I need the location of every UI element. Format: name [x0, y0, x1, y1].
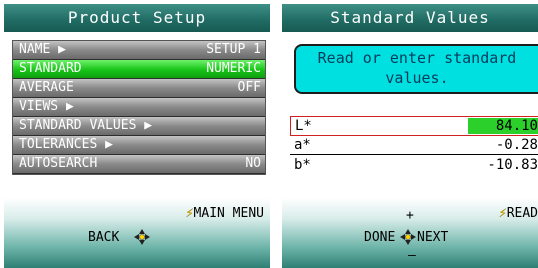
menu-item-label: NAME ▶: [19, 42, 66, 57]
value-row-b[interactable]: b* -10.83: [290, 156, 538, 174]
menu-item-value: NO: [245, 156, 261, 171]
main-menu-softkey[interactable]: ⚡MAIN MENU: [186, 206, 264, 221]
menu-item-value: NUMERIC: [206, 61, 261, 76]
row-name: b*: [294, 157, 311, 173]
menu-item-label: VIEWS ▶: [19, 99, 74, 114]
menu-item-average[interactable]: AVERAGE OFF: [13, 79, 265, 98]
menu-item-label: TOLERANCES ▶: [19, 137, 113, 152]
product-setup-screen: Product Setup NAME ▶ SETUP 1 STANDARD NU…: [0, 0, 270, 268]
done-softkey[interactable]: DONE: [364, 230, 395, 245]
read-softkey[interactable]: ⚡READ: [499, 206, 538, 221]
back-label: BACK: [88, 230, 120, 245]
instruction-box: Read or enter standard values.: [294, 44, 538, 94]
screen-title: Product Setup: [4, 4, 270, 32]
next-label: NEXT: [417, 230, 449, 245]
row-value: 84.10: [467, 118, 538, 134]
row-name: L*: [295, 118, 312, 134]
menu-item-standard[interactable]: STANDARD NUMERIC: [13, 60, 265, 79]
read-label: READ: [506, 206, 538, 221]
back-softkey[interactable]: BACK: [88, 230, 119, 245]
menu-item-label: STANDARD: [19, 61, 82, 76]
standard-values-screen: Standard Values Read or enter standard v…: [278, 0, 538, 268]
main-menu-label: MAIN MENU: [193, 206, 264, 221]
instruction-line-1: Read or enter standard: [317, 49, 517, 67]
lightning-icon: ⚡: [498, 206, 507, 221]
menu-item-value: SETUP 1: [206, 42, 261, 57]
plus-indicator: +: [406, 208, 414, 223]
row-value: -0.28: [495, 137, 538, 153]
menu-item-label: STANDARD VALUES ▶: [19, 118, 153, 133]
menu-item-name[interactable]: NAME ▶ SETUP 1: [13, 41, 265, 60]
softkey-bar: + ⚡READ DONE NEXT –: [282, 198, 538, 268]
row-value: -10.83: [487, 157, 538, 173]
next-softkey[interactable]: NEXT: [417, 230, 448, 245]
softkey-bar: ⚡MAIN MENU BACK: [4, 198, 270, 268]
menu-item-label: AUTOSEARCH: [19, 156, 98, 171]
done-label: DONE: [364, 230, 396, 245]
value-row-l[interactable]: L* 84.10: [290, 116, 538, 136]
lightning-icon: ⚡: [185, 206, 194, 221]
instruction-line-2: values.: [385, 69, 449, 87]
dpad-icon[interactable]: [400, 229, 416, 245]
minus-indicator: –: [408, 248, 416, 263]
menu-item-tolerances[interactable]: TOLERANCES ▶: [13, 136, 265, 155]
setup-menu: NAME ▶ SETUP 1 STANDARD NUMERIC AVERAGE …: [12, 40, 266, 175]
menu-item-autosearch[interactable]: AUTOSEARCH NO: [13, 155, 265, 174]
menu-item-views[interactable]: VIEWS ▶: [13, 98, 265, 117]
menu-item-standard-values[interactable]: STANDARD VALUES ▶: [13, 117, 265, 136]
menu-item-label: AVERAGE: [19, 80, 74, 95]
value-row-a[interactable]: a* -0.28: [290, 136, 538, 155]
menu-item-value: OFF: [237, 80, 261, 95]
row-name: a*: [294, 137, 311, 153]
screen-title: Standard Values: [282, 4, 538, 32]
dpad-icon[interactable]: [134, 229, 150, 245]
